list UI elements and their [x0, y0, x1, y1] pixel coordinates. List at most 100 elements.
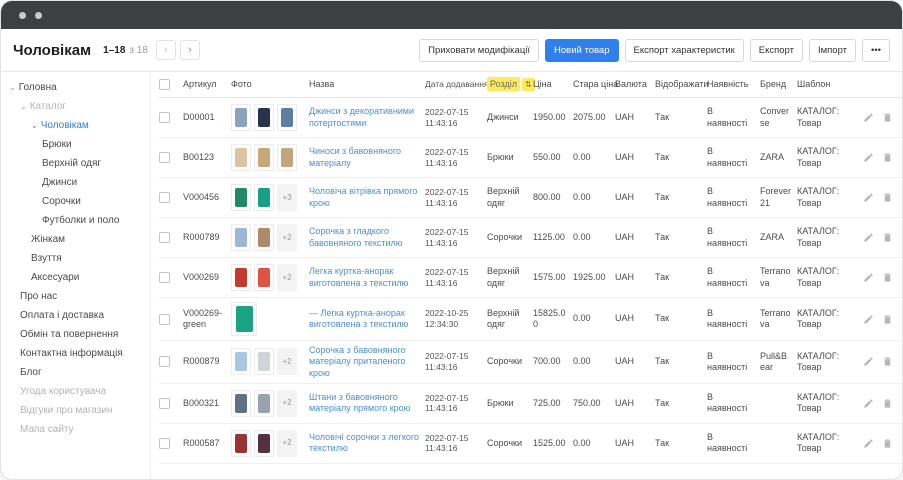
sidebar-item-6[interactable]: Сорочки	[5, 192, 150, 211]
row-checkbox[interactable]	[159, 232, 170, 243]
column-header-7[interactable]: Валюта	[615, 79, 655, 90]
sidebar-item-12[interactable]: Оплата і доставка	[5, 306, 150, 325]
row-checkbox[interactable]	[159, 112, 170, 123]
edit-icon[interactable]	[863, 314, 874, 325]
pagination-prev-button[interactable]: ‹	[156, 40, 176, 60]
row-checkbox[interactable]	[159, 438, 170, 449]
sidebar-item-9[interactable]: Взуття	[5, 249, 150, 268]
sidebar-item-5[interactable]: Джинси	[5, 173, 150, 192]
sidebar-item-18[interactable]: Мапа сайту	[5, 420, 150, 439]
edit-icon[interactable]	[863, 438, 874, 449]
product-name-link[interactable]: Чиноси з бавовняного матеріалу	[309, 146, 401, 167]
product-photo-thumbnail[interactable]	[231, 302, 257, 336]
delete-icon[interactable]	[882, 192, 893, 203]
sidebar-item-4[interactable]: Верхній одяг	[5, 154, 150, 173]
column-header-11[interactable]: Шаблон	[797, 79, 863, 90]
edit-icon[interactable]	[863, 232, 874, 243]
more-photos-badge[interactable]: +2	[277, 264, 297, 291]
product-photo-thumbnail[interactable]	[231, 430, 251, 457]
more-photos-badge[interactable]: +2	[277, 224, 297, 251]
product-name-link[interactable]: — Легка куртка-анорак виготовлена з текс…	[309, 308, 408, 329]
delete-icon[interactable]	[882, 152, 893, 163]
product-photo-thumbnail[interactable]	[254, 184, 274, 211]
product-photo-thumbnail[interactable]	[254, 348, 274, 375]
product-photo-thumbnail[interactable]	[231, 348, 251, 375]
product-photo-thumbnail[interactable]	[254, 144, 274, 171]
row-checkbox[interactable]	[159, 314, 170, 325]
product-name-link[interactable]: Сорочка з бавовняного матеріалу притален…	[309, 345, 406, 378]
column-header-1[interactable]: Фото	[231, 79, 309, 90]
product-photo-thumbnail[interactable]	[254, 430, 274, 457]
column-header-4[interactable]: Розділ⇅	[487, 79, 533, 90]
product-photo-thumbnail[interactable]	[254, 104, 274, 131]
product-photo-thumbnail[interactable]	[254, 264, 274, 291]
delete-icon[interactable]	[882, 272, 893, 283]
pagination-next-button[interactable]: ›	[180, 40, 200, 60]
product-name-link[interactable]: Джинси з декоративними потертостями	[309, 106, 414, 127]
edit-icon[interactable]	[863, 356, 874, 367]
delete-icon[interactable]	[882, 314, 893, 325]
delete-icon[interactable]	[882, 356, 893, 367]
product-photo-thumbnail[interactable]	[277, 144, 297, 171]
product-photo-thumbnail[interactable]	[231, 264, 251, 291]
more-actions-button[interactable]: •••	[862, 39, 890, 62]
window-control-dot[interactable]	[35, 12, 42, 19]
more-photos-badge[interactable]: +2	[277, 348, 297, 375]
column-header-8[interactable]: Відображати	[655, 79, 707, 90]
product-photo-thumbnail[interactable]	[277, 104, 297, 131]
delete-icon[interactable]	[882, 112, 893, 123]
row-checkbox[interactable]	[159, 152, 170, 163]
sidebar-item-8[interactable]: Жінкам	[5, 230, 150, 249]
sidebar-item-1[interactable]: ⌄Каталог	[5, 97, 150, 116]
new-product-button[interactable]: Новий товар	[545, 39, 618, 62]
edit-icon[interactable]	[863, 398, 874, 409]
column-header-3[interactable]: Дата додавання	[425, 79, 487, 90]
product-name-link[interactable]: Чоловіча вітрівка прямого крою	[309, 186, 417, 207]
delete-icon[interactable]	[882, 438, 893, 449]
product-name-link[interactable]: Чоловічі сорочки з легкого текстилю	[309, 432, 419, 453]
import-button[interactable]: Імпорт	[809, 39, 856, 62]
product-photo-thumbnail[interactable]	[254, 224, 274, 251]
product-photo-thumbnail[interactable]	[231, 104, 251, 131]
edit-icon[interactable]	[863, 192, 874, 203]
more-photos-badge[interactable]: +3	[277, 184, 297, 211]
sidebar-item-0[interactable]: ⌄Головна	[5, 78, 150, 97]
delete-icon[interactable]	[882, 398, 893, 409]
sidebar-item-16[interactable]: Угода користувача	[5, 382, 150, 401]
column-header-9[interactable]: Наявність	[707, 79, 760, 90]
row-checkbox[interactable]	[159, 192, 170, 203]
sidebar-item-17[interactable]: Відгуки про магазин	[5, 401, 150, 420]
product-photo-thumbnail[interactable]	[254, 390, 274, 417]
window-control-dot[interactable]	[19, 12, 26, 19]
row-checkbox[interactable]	[159, 398, 170, 409]
column-header-0[interactable]: Артикул	[183, 79, 231, 90]
product-name-link[interactable]: Легка куртка-анорак виготовлена з тексти…	[309, 266, 408, 287]
hide-modifications-button[interactable]: Приховати модифікації	[419, 39, 539, 62]
select-all-checkbox[interactable]	[159, 79, 170, 90]
product-photo-thumbnail[interactable]	[231, 184, 251, 211]
export-characteristics-button[interactable]: Експорт характеристик	[625, 39, 744, 62]
row-checkbox[interactable]	[159, 272, 170, 283]
export-button[interactable]: Експорт	[750, 39, 803, 62]
product-photo-thumbnail[interactable]	[231, 390, 251, 417]
column-header-10[interactable]: Бренд	[760, 79, 797, 90]
column-header-2[interactable]: Назва	[309, 79, 425, 90]
edit-icon[interactable]	[863, 272, 874, 283]
edit-icon[interactable]	[863, 152, 874, 163]
sidebar-item-7[interactable]: Футболки и поло	[5, 211, 150, 230]
product-photo-thumbnail[interactable]	[231, 144, 251, 171]
row-checkbox[interactable]	[159, 356, 170, 367]
delete-icon[interactable]	[882, 232, 893, 243]
more-photos-badge[interactable]: +2	[277, 390, 297, 417]
column-header-5[interactable]: Ціна	[533, 79, 573, 90]
more-photos-badge[interactable]: +2	[277, 430, 297, 457]
column-header-6[interactable]: Стара ціна	[573, 79, 615, 90]
product-name-link[interactable]: Штани з бавовняного матеріалу прямого кр…	[309, 392, 410, 413]
sidebar-item-14[interactable]: Контактна інформація	[5, 344, 150, 363]
product-photo-thumbnail[interactable]	[231, 224, 251, 251]
edit-icon[interactable]	[863, 112, 874, 123]
sidebar-item-10[interactable]: Аксесуари	[5, 268, 150, 287]
sidebar-item-11[interactable]: Про нас	[5, 287, 150, 306]
sidebar-item-13[interactable]: Обмін та повернення	[5, 325, 150, 344]
product-name-link[interactable]: Сорочка з гладкого бавовняного текстилю	[309, 226, 403, 247]
